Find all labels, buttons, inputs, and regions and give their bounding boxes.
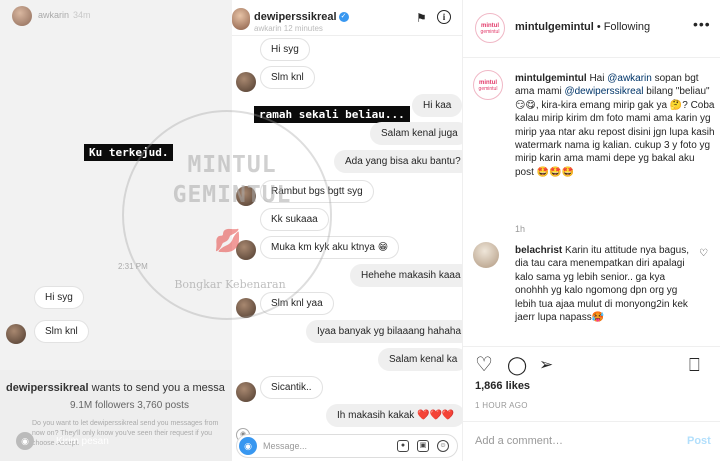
post-time: 1 HOUR AGO bbox=[475, 401, 528, 410]
mention-link[interactable]: @dewiperssikreal bbox=[564, 86, 643, 97]
message-placeholder: Message... bbox=[263, 441, 308, 451]
post-header: mintul gemintul mintulgemintul • Following… bbox=[463, 0, 720, 58]
flag-icon: ⚑ bbox=[416, 11, 427, 25]
add-comment-input[interactable]: Add a comment… bbox=[475, 435, 563, 447]
chat-bubble-sent: Ada yang bisa aku bantu? bbox=[334, 150, 462, 173]
heart-icon[interactable]: ♡ bbox=[475, 355, 493, 375]
chat-bubble-sent: Hehehe makasih kaaa bbox=[350, 264, 462, 287]
avatar bbox=[236, 240, 256, 260]
post-comment-button[interactable]: Post bbox=[687, 435, 711, 447]
dm-subtitle: awkarin 12 minutes bbox=[254, 24, 323, 33]
caption-username[interactable]: mintulgemintul bbox=[515, 73, 587, 84]
request-text: wants to send you a messa bbox=[88, 382, 225, 394]
avatar bbox=[236, 298, 256, 318]
microphone-icon: ● bbox=[397, 440, 409, 452]
caption-text: mintulgemintul Hai @awkarin sopan bgt am… bbox=[515, 72, 715, 179]
bookmark-icon[interactable]: ⎕ bbox=[689, 355, 700, 375]
likes-count[interactable]: 1,866 likes bbox=[475, 380, 530, 392]
chat-bubble: Slm knl yaa bbox=[260, 292, 334, 315]
request-username: dewiperssikreal bbox=[6, 382, 89, 394]
caption-segment: bilang "beliau" 😏😋, kira-kira emang miri… bbox=[515, 86, 715, 178]
avatar bbox=[12, 6, 32, 26]
chat-bubble: Kk sukaaa bbox=[260, 208, 329, 231]
dm-header: dewiperssikreal ✓ awkarin 12 minutes ⚑ i bbox=[232, 0, 462, 36]
story-screenshot-awkarin: awkarin 34m Ku terkejud. 2:31 PM Hi syg S… bbox=[0, 0, 232, 461]
story-banner-text: ramah sekali beliau... bbox=[254, 106, 410, 123]
story-banner-text: Ku terkejud. bbox=[84, 144, 174, 161]
avatar-logo-subtext: gemintul bbox=[480, 29, 500, 35]
avatar[interactable]: mintul gemintul bbox=[473, 70, 503, 100]
avatar[interactable]: mintul gemintul bbox=[475, 13, 505, 43]
share-icon[interactable]: ➢ bbox=[539, 355, 553, 375]
dm-username: dewiperssikreal bbox=[254, 11, 337, 23]
comment-text: belachrist Karin itu attitude nya bagus,… bbox=[515, 244, 695, 324]
chat-bubble: Sicantik.. bbox=[260, 376, 323, 399]
chat-bubble: Slm knl bbox=[260, 66, 315, 89]
comment-icon[interactable]: ◯ bbox=[507, 355, 527, 375]
camera-icon: ◉ bbox=[239, 437, 257, 455]
chat-bubble: Rambut bgs bgtt syg bbox=[260, 180, 374, 203]
mention-link[interactable]: @awkarin bbox=[607, 73, 652, 84]
camera-icon: ◉ bbox=[16, 432, 34, 450]
verified-badge-icon: ✓ bbox=[338, 12, 349, 23]
chat-bubble-sent: Hi kaa bbox=[412, 94, 462, 117]
avatar bbox=[236, 186, 256, 206]
avatar bbox=[6, 324, 26, 344]
post-author-username[interactable]: mintulgemintul bbox=[515, 21, 594, 33]
info-icon: i bbox=[437, 10, 451, 24]
avatar-logo-subtext: gemintul bbox=[478, 86, 498, 92]
caption-segment: Hai bbox=[586, 73, 608, 84]
add-comment-bar: Add a comment… Post bbox=[463, 421, 720, 461]
request-stats: 9.1M followers 3,760 posts bbox=[70, 400, 189, 411]
message-request-panel: dewiperssikreal wants to send you a mess… bbox=[0, 370, 232, 461]
chat-bubble-sent: Iyaa banyak yg bilaaang hahaha bbox=[306, 320, 462, 343]
chat-timestamp: 2:31 PM bbox=[118, 262, 148, 271]
story-header: awkarin 34m bbox=[0, 0, 232, 34]
caption-time: 1h bbox=[515, 224, 526, 234]
message-composer: ◉ Message... ● ▣ ☺ bbox=[236, 434, 458, 458]
story-time: 34m bbox=[73, 10, 91, 20]
post-image[interactable]: awkarin 34m Ku terkejud. 2:31 PM Hi syg S… bbox=[0, 0, 462, 461]
more-horizontal-icon[interactable]: ••• bbox=[693, 16, 711, 32]
chat-bubble: Hi syg bbox=[34, 286, 84, 309]
dm-screenshot-dewiperssikreal: dewiperssikreal ✓ awkarin 12 minutes ⚑ i … bbox=[232, 0, 462, 461]
story-username: awkarin bbox=[38, 10, 70, 20]
chat-bubble: Muka km kyk aku ktnya 😁 bbox=[260, 236, 400, 259]
chat-bubble: Hi syg bbox=[260, 38, 310, 61]
avatar bbox=[236, 382, 256, 402]
post-side-panel: mintul gemintul mintulgemintul • Following… bbox=[462, 0, 720, 461]
separator-dot: • bbox=[596, 21, 601, 33]
following-button[interactable]: Following bbox=[604, 21, 650, 33]
chat-bubble-sent: Ih makasih kakak ❤️❤️❤️ bbox=[326, 404, 462, 427]
gallery-icon: ▣ bbox=[417, 440, 429, 452]
comment-body: Karin itu attitude nya bagus, dia tau ca… bbox=[515, 245, 689, 324]
send-message-label: Kirim pesan bbox=[56, 436, 109, 447]
chat-bubble-sent: Salam kenal juga bbox=[370, 122, 462, 145]
chat-bubble-sent: Salam kenal ka bbox=[378, 348, 462, 371]
avatar bbox=[232, 8, 250, 30]
like-comment-heart-icon[interactable]: ♡ bbox=[699, 248, 708, 259]
sticker-icon: ☺ bbox=[437, 440, 449, 452]
avatar bbox=[236, 72, 256, 92]
comment-username[interactable]: belachrist bbox=[515, 245, 562, 256]
avatar[interactable] bbox=[473, 242, 499, 268]
chat-bubble: Slm knl bbox=[34, 320, 89, 343]
